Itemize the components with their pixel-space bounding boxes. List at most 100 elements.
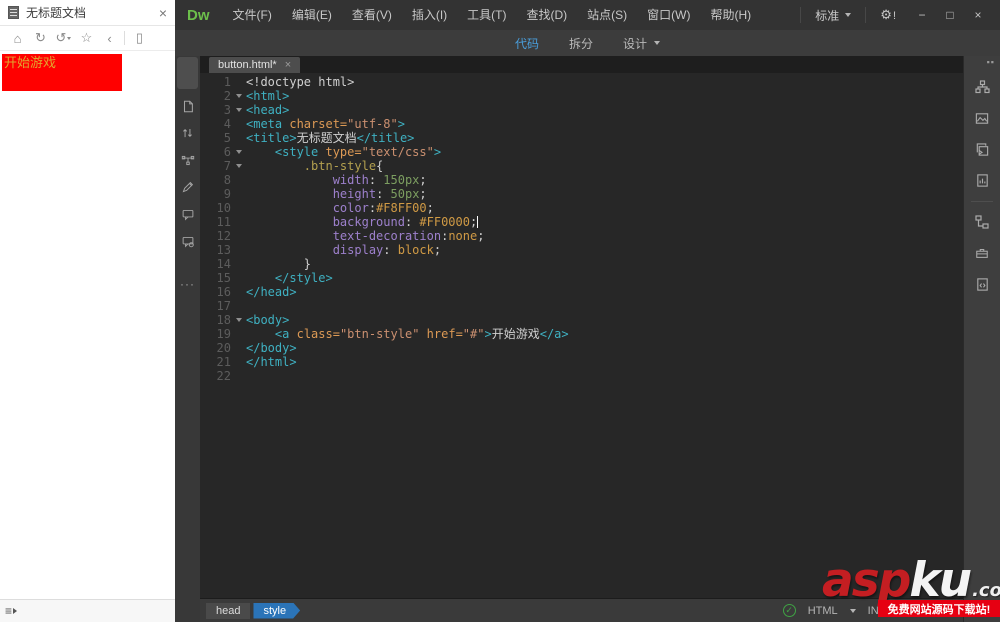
tag-selector-style[interactable]: style bbox=[253, 603, 300, 619]
fold-gutter bbox=[231, 257, 246, 271]
fold-arrow-icon[interactable] bbox=[231, 89, 246, 103]
code-line-1: 1 <!doctype html> bbox=[200, 75, 963, 89]
menu-item-6[interactable]: 站点(S) bbox=[577, 0, 637, 30]
fold-arrow-icon[interactable] bbox=[231, 103, 246, 117]
page-icon[interactable]: ▯ bbox=[128, 30, 151, 46]
menu-item-4[interactable]: 工具(T) bbox=[457, 0, 516, 30]
code-text: display: block; bbox=[332, 243, 442, 257]
view-mode-2[interactable]: 设计 bbox=[615, 33, 668, 54]
more-options-icon[interactable]: ··· bbox=[180, 277, 195, 291]
favorite-icon[interactable]: ☆ bbox=[75, 30, 98, 46]
cc-libraries-icon[interactable] bbox=[970, 138, 994, 160]
chevron-down-icon bbox=[845, 13, 852, 17]
text-cursor bbox=[477, 216, 479, 228]
doc-type-caret-icon[interactable] bbox=[849, 608, 856, 613]
browser-window-title: 无标题文档 bbox=[26, 6, 87, 20]
code-line-9: 9 height: 50px; bbox=[200, 187, 963, 201]
list-menu-caret-icon bbox=[13, 608, 18, 614]
code-line-21: 21 </html> bbox=[200, 355, 963, 369]
reports-icon[interactable] bbox=[970, 169, 994, 191]
panels-strip: ▪▪ bbox=[963, 56, 1000, 622]
collapse-panels-icon[interactable]: ▪▪ bbox=[987, 56, 1000, 67]
doc-type-label[interactable]: HTML bbox=[808, 605, 838, 617]
fold-gutter bbox=[231, 369, 246, 383]
code-text: <meta charset="utf-8"> bbox=[246, 117, 405, 131]
watermark-banner: 免费网站源码下载站! bbox=[878, 600, 1000, 617]
undo-icon[interactable]: ↺ bbox=[52, 30, 75, 46]
live-view-icon[interactable] bbox=[177, 150, 198, 170]
line-number: 3 bbox=[223, 103, 231, 117]
lint-ok-icon[interactable]: ✓ bbox=[782, 604, 796, 617]
list-menu-icon[interactable]: ≡ bbox=[5, 604, 12, 618]
code-text: } bbox=[246, 257, 312, 271]
line-number: 13 bbox=[216, 243, 231, 257]
view-mode-0[interactable]: 代码 bbox=[507, 33, 547, 54]
divider bbox=[800, 7, 802, 23]
code-text: height: 50px; bbox=[332, 187, 427, 201]
tab-close-icon[interactable]: × bbox=[285, 59, 291, 71]
open-documents-icon[interactable] bbox=[177, 96, 198, 116]
gear-icon[interactable]: ⚙! bbox=[874, 7, 902, 23]
file-management-icon[interactable] bbox=[177, 123, 198, 143]
code-line-17: 17 bbox=[200, 299, 963, 313]
snippets-panel-icon[interactable] bbox=[970, 273, 994, 295]
preview-start-game-button[interactable]: 开始游戏 bbox=[2, 54, 122, 91]
code-text: </body> bbox=[246, 341, 297, 355]
dom-panel-icon[interactable] bbox=[970, 211, 994, 233]
code-text: color:#F8FF00; bbox=[332, 201, 434, 215]
back-icon[interactable]: ‹ bbox=[98, 31, 121, 46]
line-number: 15 bbox=[216, 271, 231, 285]
status-bar: head style ✓ HTML INS bbox=[200, 598, 963, 622]
apply-comment-icon[interactable] bbox=[177, 204, 198, 224]
menu-item-3[interactable]: 插入(I) bbox=[402, 0, 457, 30]
behaviors-panel-icon[interactable] bbox=[970, 242, 994, 264]
menu-item-5[interactable]: 查找(D) bbox=[516, 0, 577, 30]
document-tab-bar: button.html* × bbox=[200, 56, 963, 73]
fold-arrow-icon[interactable] bbox=[231, 313, 246, 327]
workspace-switcher[interactable]: 标准 bbox=[809, 7, 857, 24]
line-number: 5 bbox=[223, 131, 231, 145]
code-text: <title>无标题文档</title> bbox=[246, 131, 415, 145]
fold-arrow-icon[interactable] bbox=[231, 145, 246, 159]
code-text: <a class="btn-style" href="#">开始游戏</a> bbox=[274, 327, 569, 341]
minimize-button[interactable]: − bbox=[908, 8, 936, 22]
fold-gutter bbox=[231, 131, 246, 145]
fold-gutter bbox=[231, 355, 246, 369]
assets-panel-icon[interactable] bbox=[970, 107, 994, 129]
menu-item-8[interactable]: 帮助(H) bbox=[700, 0, 761, 30]
menu-item-7[interactable]: 窗口(W) bbox=[637, 0, 700, 30]
line-number: 17 bbox=[216, 299, 231, 313]
maximize-button[interactable]: □ bbox=[936, 8, 964, 22]
home-icon[interactable]: ⌂ bbox=[6, 31, 29, 46]
menu-item-2[interactable]: 查看(V) bbox=[342, 0, 402, 30]
tag-selector-head[interactable]: head bbox=[206, 602, 251, 619]
remove-comment-icon[interactable] bbox=[177, 231, 198, 251]
tab-button-html[interactable]: button.html* × bbox=[209, 57, 301, 73]
view-mode-1[interactable]: 拆分 bbox=[561, 33, 601, 54]
menu-item-1[interactable]: 编辑(E) bbox=[282, 0, 342, 30]
format-source-icon[interactable] bbox=[177, 177, 198, 197]
code-text: </style> bbox=[274, 271, 333, 285]
browser-preview-window: 无标题文档 × ⌂ ↻ ↺ ☆ ‹ ▯ 开始游戏 ≡ bbox=[0, 0, 175, 622]
fold-arrow-icon[interactable] bbox=[231, 159, 246, 173]
refresh-icon[interactable]: ↻ bbox=[29, 30, 52, 46]
browser-viewport: 开始游戏 bbox=[0, 52, 175, 599]
code-text: </head> bbox=[246, 285, 297, 299]
line-number: 6 bbox=[223, 145, 231, 159]
line-number: 9 bbox=[223, 187, 231, 201]
line-number: 19 bbox=[216, 327, 231, 341]
files-panel-icon[interactable] bbox=[970, 76, 994, 98]
browser-close-icon[interactable]: × bbox=[159, 6, 167, 20]
line-number: 2 bbox=[223, 89, 231, 103]
menu-item-0[interactable]: 文件(F) bbox=[223, 0, 282, 30]
code-line-11: 11 background: #FF0000; bbox=[200, 215, 963, 229]
browser-footer-bar: ≡ bbox=[0, 599, 175, 622]
close-button[interactable]: × bbox=[964, 8, 992, 22]
code-text: <!doctype html> bbox=[246, 75, 355, 89]
code-editor[interactable]: 1 <!doctype html> 2 <html> 3 <head> 4 <meta cha… bbox=[200, 73, 963, 598]
code-line-22: 22 bbox=[200, 369, 963, 383]
fold-gutter bbox=[231, 187, 246, 201]
line-number: 16 bbox=[216, 285, 231, 299]
divider bbox=[971, 201, 993, 202]
code-line-16: 16 </head> bbox=[200, 285, 963, 299]
